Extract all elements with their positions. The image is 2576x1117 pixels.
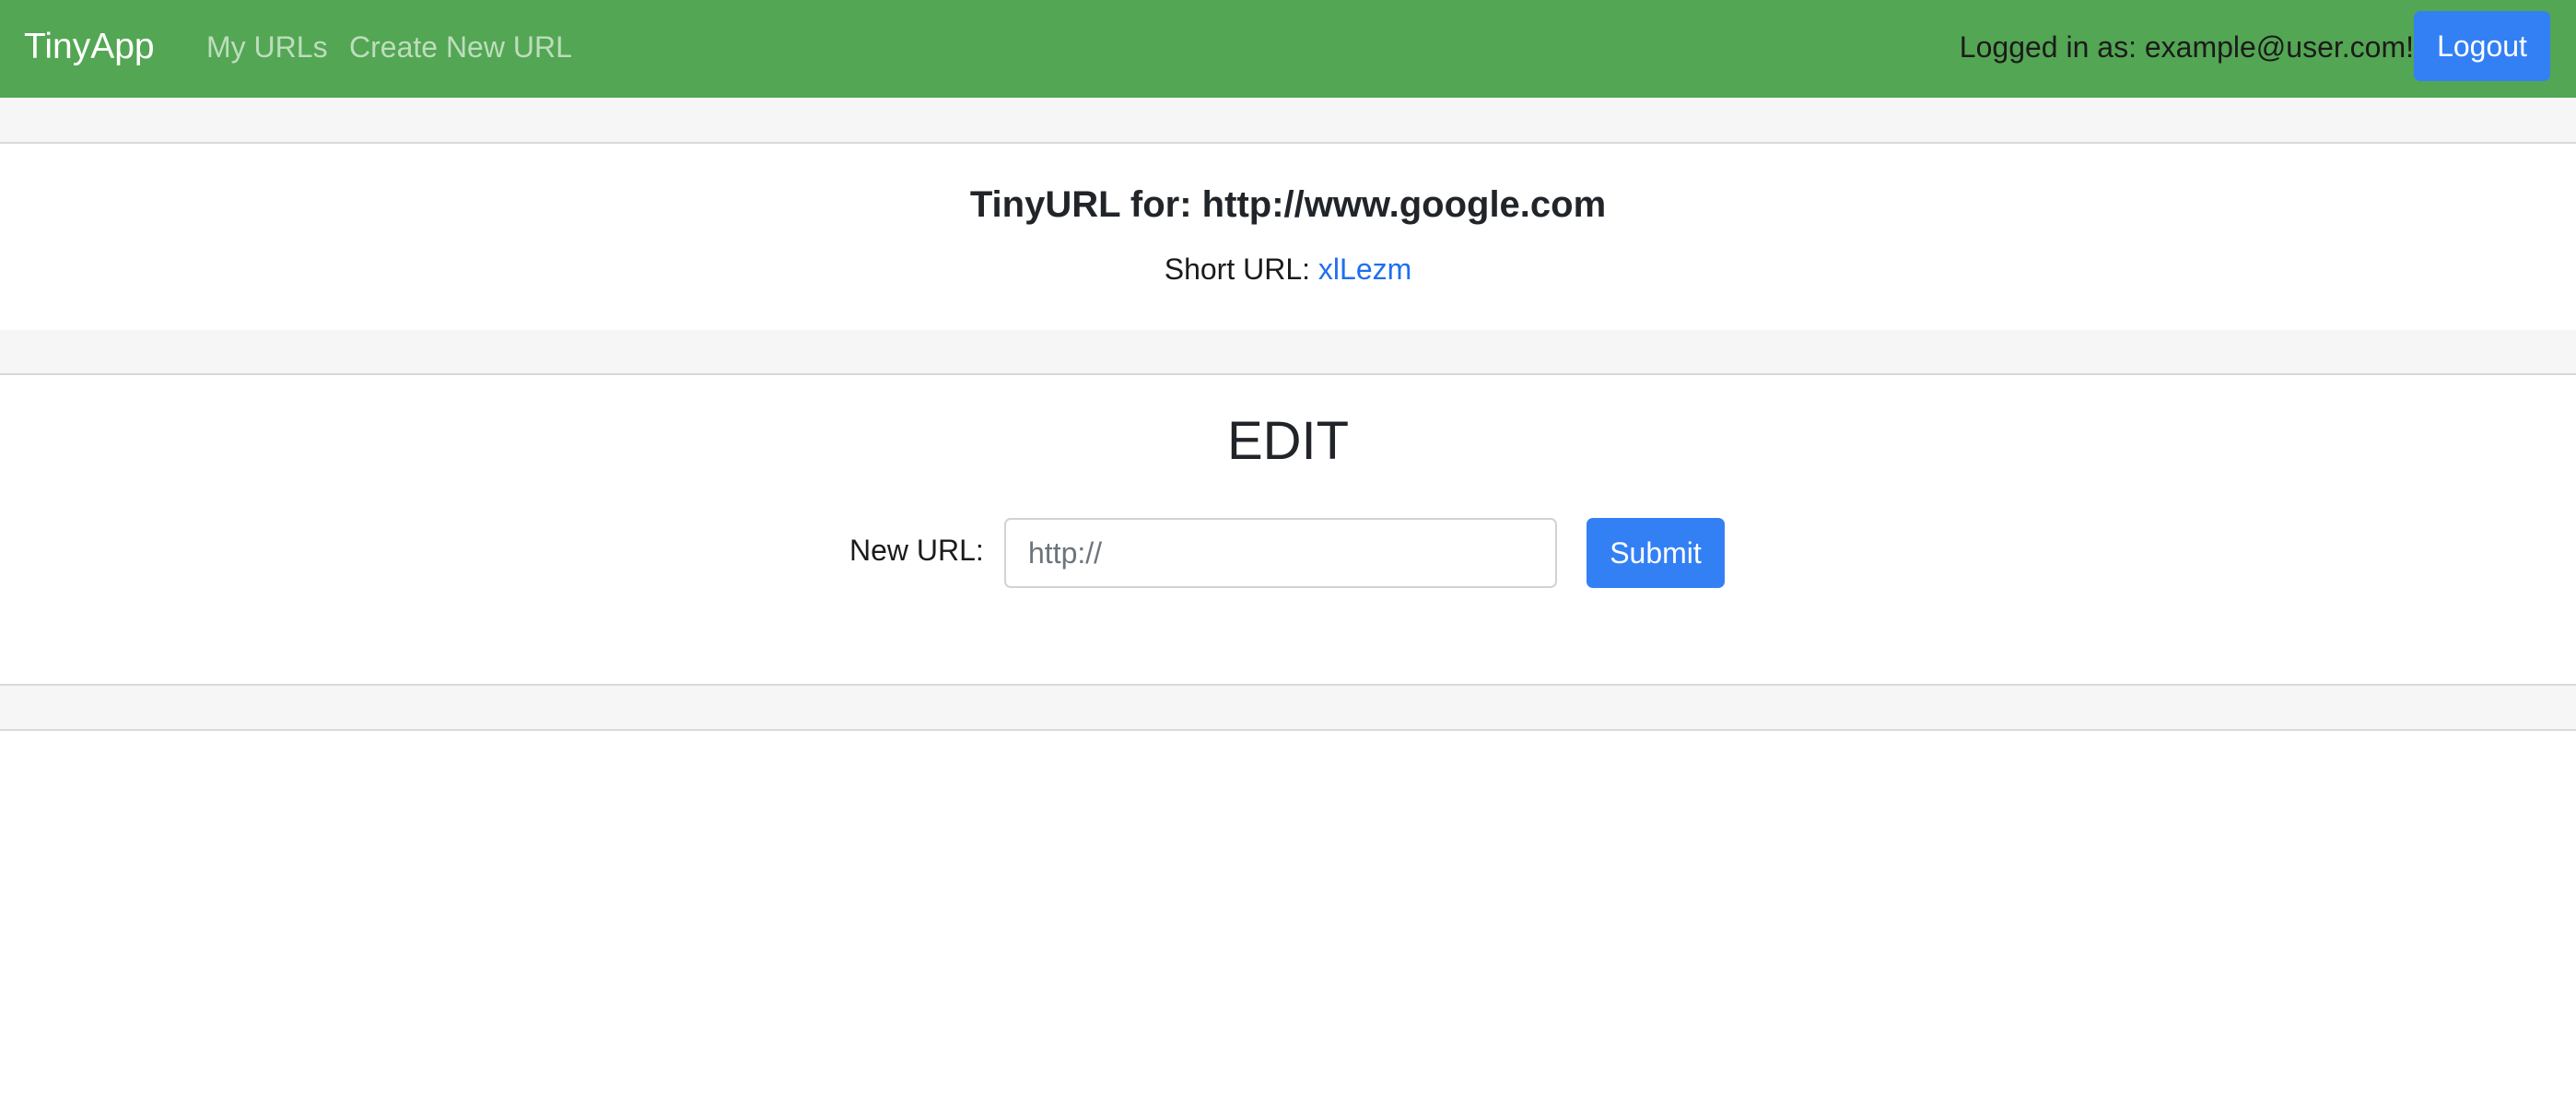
nav-link-my-urls[interactable]: My URLs (206, 29, 328, 65)
edit-card: EDIT New URL: Submit (0, 377, 2576, 684)
login-status-text: Logged in as: example@user.com! (1959, 30, 2414, 64)
new-url-input[interactable] (1004, 518, 1557, 588)
section-divider (0, 98, 2576, 144)
short-url-line: Short URL: xlLezm (0, 251, 2576, 288)
section-divider (0, 330, 2576, 375)
short-url-link[interactable]: xlLezm (1318, 253, 1411, 286)
brand-link[interactable]: TinyApp (24, 24, 155, 70)
short-url-label: Short URL: (1164, 253, 1318, 286)
edit-title: EDIT (1226, 411, 1350, 471)
nav-link-create-new-url[interactable]: Create New URL (349, 29, 572, 65)
footer-band (0, 684, 2576, 731)
url-info-title: TinyURL for: http://www.google.com (969, 184, 1607, 225)
top-navbar: TinyApp My URLs Create New URL Logged in… (0, 0, 2576, 98)
submit-button[interactable]: Submit (1587, 518, 1725, 588)
new-url-label: New URL: (849, 534, 984, 567)
logout-button[interactable]: Logout (2414, 11, 2550, 81)
url-info-card: TinyURL for: http://www.google.com Short… (0, 146, 2576, 330)
